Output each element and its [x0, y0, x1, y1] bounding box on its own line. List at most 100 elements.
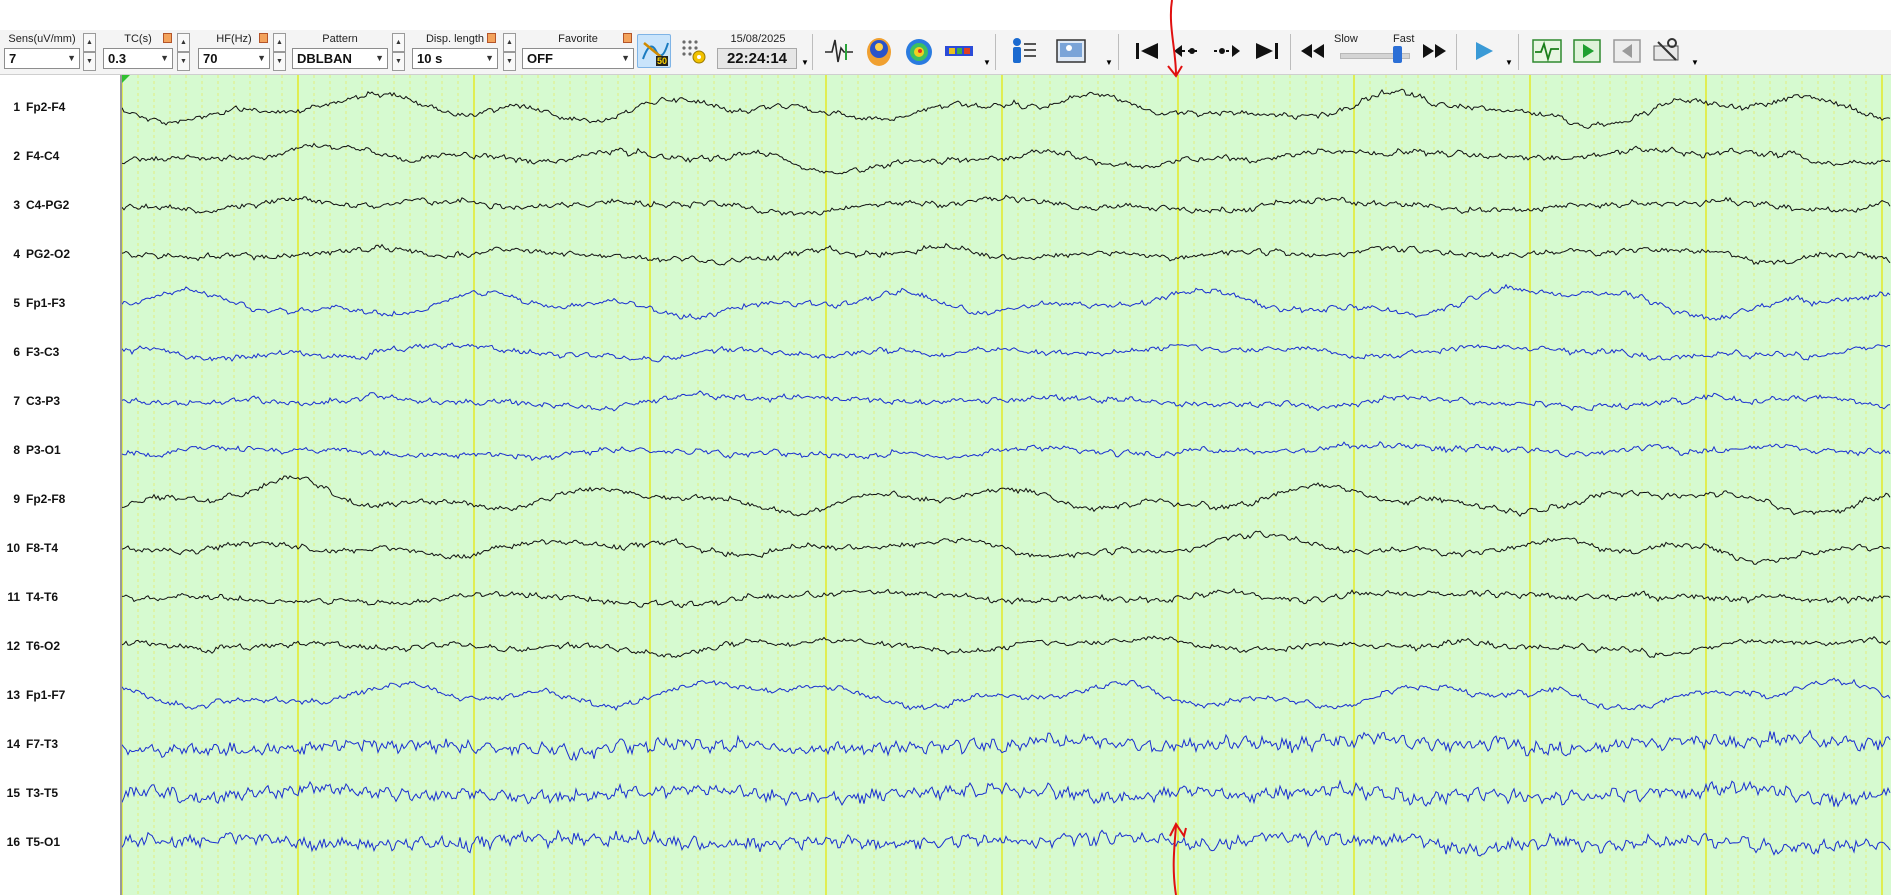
channel-label[interactable]: 16 T5-O1: [0, 835, 122, 849]
caret-down-icon[interactable]: ▼: [801, 58, 809, 67]
go-start-button[interactable]: [1130, 34, 1164, 68]
channel-label[interactable]: 13 Fp1-F7: [0, 688, 122, 702]
sens-value: 7: [9, 51, 17, 66]
channel-number: 14: [6, 737, 20, 751]
prev-event-icon: [1174, 45, 1200, 57]
edit-pencil-icon[interactable]: [623, 33, 632, 43]
channel-name: Fp2-F4: [26, 100, 66, 114]
patient-info-button[interactable]: [1006, 34, 1040, 68]
eeg-trace: [122, 677, 1891, 711]
channel-label[interactable]: 1 Fp2-F4: [0, 100, 122, 114]
spectrum-button[interactable]: [942, 34, 976, 68]
channel-number: 8: [13, 443, 20, 457]
prev-event-button[interactable]: [1170, 34, 1204, 68]
montage-settings-button[interactable]: [676, 34, 710, 68]
rewind-button[interactable]: [1296, 34, 1330, 68]
waveform-button[interactable]: [822, 34, 856, 68]
go-end-icon: [1256, 43, 1278, 59]
edit-pencil-icon[interactable]: [259, 33, 268, 43]
pattern-down-button[interactable]: ▼: [392, 52, 405, 71]
channel-number: 4: [13, 247, 20, 261]
eeg-trace: [122, 88, 1891, 130]
eeg-trace: [122, 142, 1891, 175]
hf-up-button[interactable]: ▲: [273, 33, 286, 52]
channel-label[interactable]: 5 Fp1-F3: [0, 296, 122, 310]
speed-slider-thumb[interactable]: [1393, 46, 1402, 63]
tc-select[interactable]: 0.3 ▼: [103, 48, 173, 69]
play-button[interactable]: [1466, 34, 1500, 68]
channel-label[interactable]: 3 C4-PG2: [0, 198, 122, 212]
notch-badge: 50: [655, 56, 668, 66]
separator: [1518, 34, 1519, 70]
head-map-icon: [867, 38, 891, 66]
channel-number: 13: [6, 688, 20, 702]
head-map-button[interactable]: [862, 34, 896, 68]
eeg-trace: [122, 829, 1891, 857]
tc-down-button[interactable]: ▼: [177, 52, 190, 71]
disp-length-control: Disp. length 10 s ▼: [412, 30, 498, 74]
chevron-down-icon: ▼: [67, 53, 76, 63]
disp-length-up-button[interactable]: ▲: [503, 33, 516, 52]
next-event-icon: [1214, 45, 1240, 57]
tc-up-button[interactable]: ▲: [177, 33, 190, 52]
eeg-trace: [122, 635, 1891, 659]
hf-control: HF(Hz) 70 ▼: [198, 30, 270, 74]
channel-label[interactable]: 11 T4-T6: [0, 590, 122, 604]
channel-label[interactable]: 6 F3-C3: [0, 345, 122, 359]
channel-label[interactable]: 9 Fp2-F8: [0, 492, 122, 506]
channel-label[interactable]: 10 F8-T4: [0, 541, 122, 555]
channel-name: F8-T4: [26, 541, 59, 555]
topo-map-button[interactable]: [902, 34, 936, 68]
channel-name: Fp2-F8: [26, 492, 66, 506]
sens-up-button[interactable]: ▲: [83, 33, 96, 52]
disp-length-down-button[interactable]: ▼: [503, 52, 516, 71]
channel-label[interactable]: 2 F4-C4: [0, 149, 122, 163]
pattern-up-button[interactable]: ▲: [392, 33, 405, 52]
disp-length-select[interactable]: 10 s ▼: [412, 48, 498, 69]
edit-pencil-icon[interactable]: [163, 33, 172, 43]
edit-pencil-icon[interactable]: [487, 33, 496, 43]
go-end-button[interactable]: [1250, 34, 1284, 68]
channel-label[interactable]: 4 PG2-O2: [0, 247, 122, 261]
hf-down-button[interactable]: ▼: [273, 52, 286, 71]
caret-down-icon[interactable]: ▼: [1505, 58, 1513, 67]
channel-label[interactable]: 8 P3-O1: [0, 443, 122, 457]
fast-forward-button[interactable]: [1417, 34, 1451, 68]
channel-label[interactable]: 12 T6-O2: [0, 639, 122, 653]
eeg-trace: [122, 530, 1891, 565]
sens-control: Sens(uV/mm) 7 ▼: [4, 30, 80, 74]
channel-label[interactable]: 15 T3-T5: [0, 786, 122, 800]
video-button[interactable]: [1054, 34, 1088, 68]
review-button[interactable]: [1530, 34, 1564, 68]
page-back-button[interactable]: [1610, 34, 1644, 68]
favorite-select[interactable]: OFF ▼: [522, 48, 634, 69]
chevron-down-icon: ▼: [621, 53, 630, 63]
pattern-control: Pattern DBLBAN ▼: [292, 30, 388, 74]
pattern-select[interactable]: DBLBAN ▼: [292, 48, 388, 69]
pattern-label: Pattern: [322, 33, 358, 45]
caret-down-icon[interactable]: ▼: [1691, 58, 1699, 67]
separator: [812, 34, 813, 70]
eeg-plot-area[interactable]: [122, 75, 1891, 895]
caret-down-icon[interactable]: ▼: [983, 58, 991, 67]
next-event-button[interactable]: [1210, 34, 1244, 68]
channel-label[interactable]: 7 C3-P3: [0, 394, 122, 408]
settings-tools-button[interactable]: [1650, 34, 1684, 68]
patient-info-icon: [1013, 38, 1036, 63]
separator: [995, 34, 996, 70]
channel-name: T5-O1: [26, 835, 61, 849]
waveform-icon: [825, 39, 853, 63]
caret-down-icon[interactable]: ▼: [1105, 58, 1113, 67]
eeg-traces: [122, 75, 1891, 895]
notch-filter-button[interactable]: 50: [637, 34, 671, 68]
sens-down-button[interactable]: ▼: [83, 52, 96, 71]
channel-label[interactable]: 14 F7-T3: [0, 737, 122, 751]
channel-name: C4-PG2: [26, 198, 70, 212]
topo-map-icon: [906, 39, 932, 65]
speed-fast-label: Fast: [1393, 33, 1415, 45]
page-play-button[interactable]: [1570, 34, 1604, 68]
chevron-down-icon: ▼: [375, 53, 384, 63]
sens-select[interactable]: 7 ▼: [4, 48, 80, 69]
channel-name: Fp1-F7: [26, 688, 66, 702]
hf-select[interactable]: 70 ▼: [198, 48, 270, 69]
